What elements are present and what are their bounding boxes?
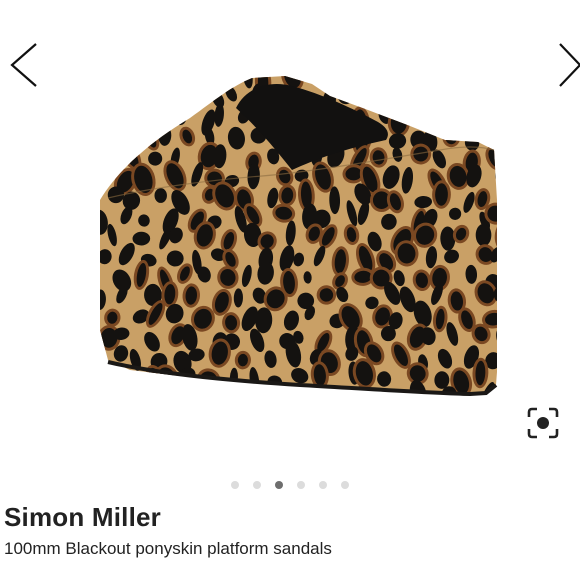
print-spot-halo <box>100 130 114 154</box>
print-spot <box>100 81 107 106</box>
print-spot <box>120 84 134 103</box>
print-spot <box>439 103 453 127</box>
print-spot-halo <box>134 85 157 107</box>
print-spot <box>489 131 497 150</box>
print-spot <box>397 76 412 86</box>
print-spot <box>436 89 447 107</box>
print-spot <box>154 76 168 82</box>
print-spot <box>490 76 497 83</box>
print-spot <box>497 393 511 409</box>
print-spot <box>152 393 162 394</box>
print-spot <box>123 123 135 151</box>
print-spot <box>335 76 348 87</box>
print-spot <box>505 184 524 211</box>
carousel-dot[interactable] <box>341 480 349 489</box>
print-spot <box>410 84 421 105</box>
print-spot-halo <box>450 108 470 127</box>
print-spot <box>477 85 491 104</box>
print-spot <box>505 341 524 365</box>
product-image-gallery[interactable] <box>0 0 580 470</box>
print-spot-halo <box>100 137 121 169</box>
print-spot-halo <box>500 64 526 99</box>
print-spot <box>495 164 497 185</box>
print-spot-halo <box>133 103 152 125</box>
print-spot <box>453 111 467 124</box>
print-spot <box>222 76 233 90</box>
print-spot <box>113 370 127 386</box>
print-spot <box>333 389 346 394</box>
print-spot-halo <box>100 78 110 109</box>
print-spot <box>145 114 163 127</box>
print-spot <box>179 88 193 113</box>
print-spot <box>124 76 139 91</box>
print-spot <box>475 105 491 127</box>
print-spot <box>168 385 184 394</box>
print-spot <box>110 76 120 87</box>
print-spot <box>188 76 207 85</box>
print-spot <box>136 106 149 122</box>
print-spot <box>242 384 257 394</box>
print-spot <box>494 97 519 129</box>
print-spot <box>258 384 277 394</box>
print-spot-halo <box>375 79 395 114</box>
print-spot <box>137 88 154 104</box>
print-spot <box>458 76 474 92</box>
print-spot-halo <box>142 111 166 130</box>
print-spot <box>176 76 188 85</box>
print-spot <box>501 265 521 290</box>
carousel-dot[interactable] <box>297 480 305 489</box>
print-spot <box>411 76 427 89</box>
print-spot <box>302 390 314 394</box>
print-spot <box>366 76 386 94</box>
print-spot <box>503 309 518 332</box>
print-spot <box>415 106 430 123</box>
print-spot-halo <box>497 261 525 294</box>
print-spot <box>504 68 522 95</box>
print-spot <box>307 76 317 84</box>
print-spot <box>285 387 296 394</box>
product-image <box>100 64 527 412</box>
print-spot <box>447 87 459 114</box>
print-spot <box>496 362 513 389</box>
print-spot <box>475 223 492 247</box>
chevron-left-icon[interactable] <box>0 38 44 92</box>
print-spot <box>505 146 520 172</box>
print-spot <box>488 86 497 103</box>
print-spot <box>365 91 380 110</box>
print-spot <box>496 220 516 249</box>
print-spot <box>108 101 117 126</box>
print-spot <box>101 133 111 151</box>
print-spot <box>223 385 239 394</box>
carousel-dot[interactable] <box>253 480 261 489</box>
carousel-dot[interactable] <box>231 480 239 489</box>
print-spot <box>355 388 369 394</box>
print-spot <box>124 392 143 412</box>
print-spot-halo <box>407 81 424 108</box>
print-spot <box>430 76 446 86</box>
visual-search-icon[interactable] <box>522 402 564 444</box>
print-spot-halo <box>347 76 365 89</box>
print-spot <box>100 366 107 390</box>
print-spot-halo <box>151 76 171 85</box>
carousel-dot[interactable] <box>275 480 283 489</box>
print-spot <box>391 392 402 394</box>
print-spot-halo <box>436 100 456 130</box>
print-spot <box>378 82 392 111</box>
print-spot <box>455 393 476 412</box>
print-spot-halo <box>501 181 527 215</box>
brand-name: Simon Miller <box>4 502 161 532</box>
print-spot <box>107 386 123 394</box>
product-title: 100mm Blackout ponyskin platform sandals <box>4 539 332 558</box>
carousel-dot[interactable] <box>319 480 327 489</box>
print-spot <box>200 389 217 394</box>
print-spot <box>166 86 179 101</box>
carousel-pagination <box>0 476 580 490</box>
print-spot <box>101 140 118 166</box>
print-spot <box>350 76 362 86</box>
print-spot-halo <box>120 120 138 154</box>
print-spot-halo <box>239 381 260 394</box>
chevron-right-icon[interactable] <box>548 38 580 92</box>
